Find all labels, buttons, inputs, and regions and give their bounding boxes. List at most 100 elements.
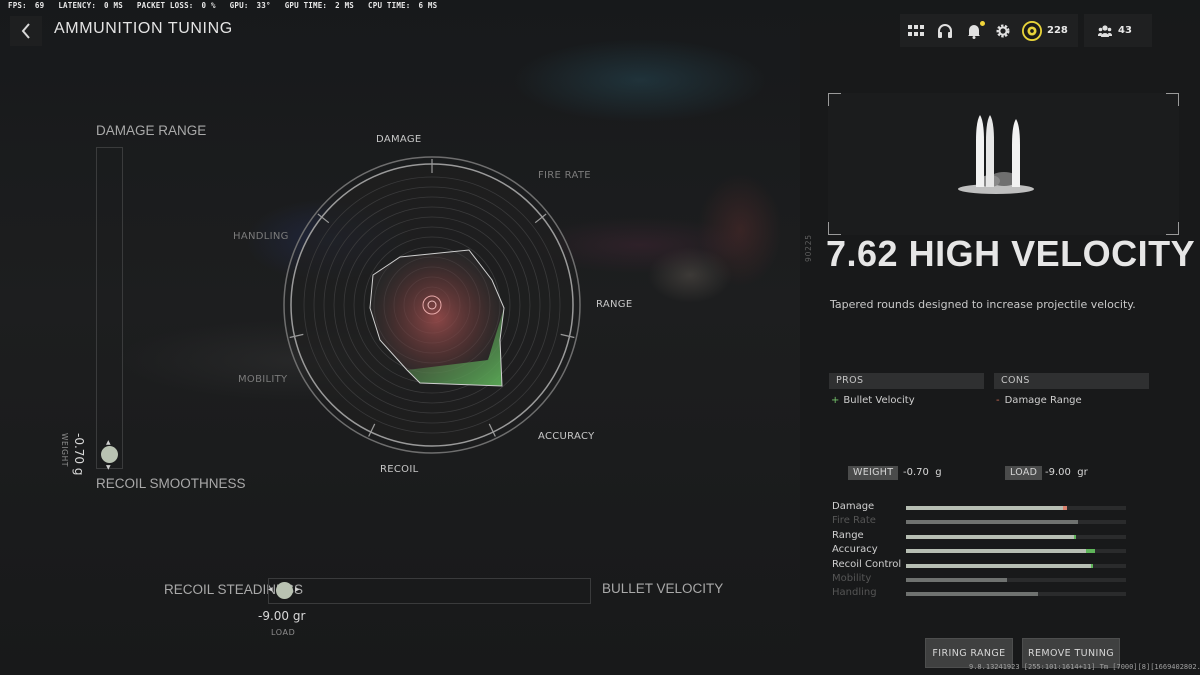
stat-row: Fire Rate	[832, 515, 1128, 527]
perf-stat-label: PACKET LOSS:	[136, 1, 194, 10]
bell-icon[interactable]	[964, 20, 985, 41]
perf-stat-value: 69	[34, 1, 45, 10]
perf-stat-value: 2 MS	[335, 1, 355, 10]
stat-bar-fill	[906, 592, 1038, 597]
perf-stat: GPU: 33°	[230, 1, 271, 13]
perf-stat-value: 33°	[256, 1, 271, 10]
stat-row: Range	[832, 530, 1128, 542]
performance-overlay: FPS: 69 LATENCY: 0 MS PACKET LOSS: 0 % GPU: 33°…	[8, 1, 451, 13]
stat-name: Accuracy	[832, 544, 878, 556]
ammo-description: Tapered rounds designed to increase proj…	[830, 298, 1136, 311]
perf-stat: GPU TIME: 2 MS	[285, 1, 354, 13]
radar-label-accuracy: ACCURACY	[538, 431, 595, 442]
radar-label-damage: DAMAGE	[376, 134, 422, 145]
load-unit-label: LOAD	[271, 628, 296, 637]
recoil-smoothness-label: RECOIL SMOOTHNESS	[96, 476, 246, 491]
stat-bar-fill	[906, 549, 1087, 554]
cons-header: CONS	[994, 373, 1149, 389]
notification-dot	[980, 20, 985, 26]
stat-bar-increase	[1086, 549, 1096, 554]
stat-name: Fire Rate	[832, 515, 876, 527]
top-menu-bar: 228	[900, 14, 1078, 47]
slider-right-arrow-icon: ▶	[295, 586, 300, 593]
load-value: -9.00 gr	[258, 609, 306, 623]
radar-svg	[283, 156, 581, 454]
stat-bar-fill	[906, 520, 1078, 525]
perf-stat-label: GPU:	[229, 1, 249, 10]
radar-label-recoil: RECOIL	[380, 464, 419, 475]
grid-icon[interactable]	[906, 21, 926, 41]
gear-icon[interactable]	[993, 21, 1013, 41]
weight-unit-label: WEIGHT	[60, 433, 69, 467]
slider-left-arrow-icon: ◀	[268, 586, 273, 593]
stat-bar-increase	[1090, 563, 1093, 568]
stat-bar	[906, 534, 1126, 539]
radar-label-mobility: MOBILITY	[238, 374, 288, 385]
load-stat-value: -9.00 gr	[1045, 467, 1088, 478]
weight-stat-value: -0.70 g	[903, 467, 942, 478]
stat-name: Mobility	[832, 573, 872, 584]
damage-range-label: DAMAGE RANGE	[96, 123, 207, 138]
stat-row: Mobility	[832, 573, 1128, 585]
stat-name: Recoil Control	[832, 558, 902, 570]
weight-value: -0.70 g	[72, 433, 86, 476]
radar-label-fire-rate: FIRE RATE	[538, 170, 591, 181]
stat-bar-fill	[906, 534, 1075, 539]
pro-item: + Bullet Velocity	[831, 395, 915, 406]
perf-stat: LATENCY: 0 MS	[58, 1, 123, 13]
load-slider-track[interactable]	[268, 578, 591, 604]
weight-slider-handle[interactable]	[101, 446, 118, 463]
slider-down-arrow-icon: ▼	[106, 464, 111, 471]
party-count: 43	[1118, 25, 1132, 36]
party-button[interactable]: 43	[1084, 14, 1152, 47]
stat-bar	[906, 506, 1126, 510]
load-slider-handle[interactable]	[276, 582, 293, 599]
perf-stat-value: 6 MS	[418, 1, 438, 10]
radar-label-range: RANGE	[596, 299, 633, 310]
perf-stat: CPU TIME: 6 MS	[368, 1, 437, 13]
ammo-preview-image	[828, 93, 1179, 235]
radar-label-handling: HANDLING	[233, 231, 289, 242]
perf-stat-label: LATENCY:	[58, 1, 97, 10]
ammo-id: 90225	[804, 234, 813, 262]
stat-name: Handling	[832, 587, 877, 599]
perf-stat-value: 0 %	[201, 1, 216, 10]
perf-stat-label: CPU TIME:	[368, 1, 411, 10]
stat-bar	[906, 520, 1126, 525]
headset-icon[interactable]	[935, 21, 955, 41]
load-tag: LOAD	[1005, 466, 1043, 480]
slider-up-arrow-icon: ▲	[106, 439, 111, 446]
perf-stat: PACKET LOSS: 0 %	[137, 1, 216, 13]
stat-bar-increase	[1074, 534, 1077, 539]
stat-bar-fill	[906, 578, 1008, 582]
chevron-left-icon	[21, 23, 30, 39]
cod-points-icon[interactable]	[1022, 20, 1042, 41]
stat-bar	[906, 549, 1126, 554]
stat-name: Damage	[832, 501, 875, 512]
stat-bar	[906, 578, 1126, 582]
perf-stat-value: 0 MS	[104, 1, 123, 10]
ammo-name: 7.62 HIGH VELOCITY	[826, 233, 1196, 274]
weight-slider-track[interactable]	[96, 147, 123, 469]
perf-stat-label: FPS:	[8, 1, 27, 10]
pros-header: PROS	[829, 373, 984, 389]
build-string: 9.8.13241923 [255:101:1614+11] Tm [7000]…	[969, 663, 1200, 671]
stat-bar-fill	[906, 506, 1064, 510]
perf-stat-label: GPU TIME:	[284, 1, 328, 10]
weight-tag: WEIGHT	[848, 466, 899, 480]
stat-row: Handling	[832, 587, 1128, 599]
stats-radar-chart: DAMAGE FIRE RATE RANGE ACCURACY RECOIL M…	[230, 130, 640, 480]
stat-name: Range	[832, 529, 864, 541]
stat-bar	[906, 563, 1126, 568]
perf-stat: FPS: 69	[8, 1, 44, 13]
con-item: - Damage Range	[996, 395, 1082, 406]
stat-bar-decrease	[1063, 506, 1067, 510]
stat-row: Recoil Control	[832, 559, 1128, 571]
stat-row: Accuracy	[832, 544, 1128, 556]
party-icon	[1098, 24, 1112, 37]
page-title: AMMUNITION TUNING	[54, 20, 233, 37]
stat-bar-fill	[906, 563, 1091, 568]
back-button[interactable]	[10, 16, 42, 46]
bullet-velocity-label: BULLET VELOCITY	[602, 581, 724, 596]
cod-points-count: 228	[1047, 25, 1068, 36]
